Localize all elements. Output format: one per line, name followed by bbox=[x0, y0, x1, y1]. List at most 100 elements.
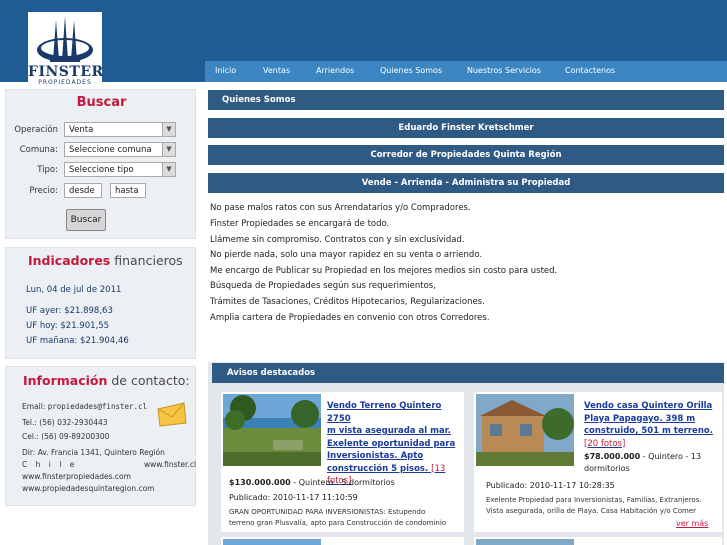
contact-title: Información de contacto: bbox=[23, 373, 190, 388]
nav-ventas[interactable]: Ventas bbox=[263, 66, 290, 75]
uf-hoy: UF hoy: $21.901,55 bbox=[26, 321, 110, 331]
comuna-select[interactable]: Seleccione comuna ▼ bbox=[64, 142, 176, 157]
listing-price-value: $130.000.000 bbox=[229, 478, 291, 487]
main-nav: Inicio Ventas Arriendos Quienes Somos Nu… bbox=[205, 61, 727, 82]
listing-card: Vendo Terreno Quintero 2750 m vista aseg… bbox=[221, 392, 464, 532]
intro-line: No pase malos ratos con sus Arrendatario… bbox=[210, 203, 471, 213]
listing-title-line: construcción 5 pisos. bbox=[327, 463, 429, 474]
listing-price-rest: dormitorios bbox=[584, 464, 630, 473]
email-label: Email: bbox=[22, 402, 46, 411]
listing-title-link[interactable]: Vendo Terreno Quintero 2750 m vista aseg… bbox=[327, 400, 459, 488]
contact-email: Email: propiedades@finster.cl bbox=[22, 402, 147, 411]
precio-hasta-input[interactable]: hasta bbox=[110, 183, 146, 198]
operacion-label: Operación bbox=[14, 125, 58, 135]
intro-line: Finster Propiedades se encargará de todo… bbox=[210, 219, 390, 229]
uf-ayer: UF ayer: $21.898,63 bbox=[26, 306, 113, 316]
logo-emblem-icon bbox=[37, 16, 93, 62]
operacion-select[interactable]: Venta ▼ bbox=[64, 122, 176, 137]
featured-title: Avisos destacados bbox=[212, 363, 724, 383]
listing-title-line: Playa Papagayo. 398 m bbox=[584, 413, 696, 424]
uf-manana: UF mañana: $21.904,46 bbox=[26, 336, 129, 346]
listing-published: Publicado: 2010-11-17 10:28:35 bbox=[486, 481, 615, 490]
owner-name-bar: Eduardo Finster Kretschmer bbox=[208, 118, 724, 138]
nav-contactenos[interactable]: Contactenos bbox=[565, 66, 615, 75]
intro-line: Llámeme sin compromiso. Contratos con y … bbox=[210, 235, 465, 245]
intro-line: Búsqueda de Propiedades según sus requer… bbox=[210, 281, 436, 291]
listing-title-line: Vendo Terreno Quintero 2750 bbox=[327, 401, 442, 424]
featured-listings: Avisos destacados Vendo Terreno Quintero… bbox=[208, 362, 724, 545]
listing-title-link[interactable]: Vendo casa Quintero Orilla Playa Papagay… bbox=[584, 400, 718, 450]
corredor-bar: Corredor de Propiedades Quinta Región bbox=[208, 145, 724, 165]
indicators-title-rest: financieros bbox=[110, 253, 183, 268]
comuna-label: Comuna: bbox=[19, 145, 58, 155]
section-quienes-somos: Quienes Somos bbox=[208, 90, 724, 110]
indicators-title: Indicadores financieros bbox=[28, 253, 183, 268]
listing-card bbox=[474, 537, 722, 545]
contact-web-1[interactable]: www.finsterpropiedades.com bbox=[22, 472, 131, 481]
listing-photo-image bbox=[223, 394, 321, 466]
listing-price: $130.000.000 - Quintero - 5 dormitorios bbox=[229, 478, 395, 487]
email-link[interactable]: propiedades@finster.cl bbox=[48, 402, 147, 411]
listing-card bbox=[221, 537, 464, 545]
search-title: Buscar bbox=[76, 95, 127, 110]
tipo-value: Seleccione tipo bbox=[69, 165, 134, 175]
contact-country: C h i l e bbox=[22, 460, 78, 469]
listing-card: Vendo casa Quintero Orilla Playa Papagay… bbox=[474, 392, 722, 532]
listing-published: Publicado: 2010-11-17 11:10:59 bbox=[229, 493, 358, 502]
contact-panel: Información de contacto: Email: propieda… bbox=[5, 366, 196, 506]
listing-photo[interactable] bbox=[223, 539, 321, 545]
intro-line: Me encargo de Publicar su Propiedad en l… bbox=[210, 266, 558, 276]
nav-quienes-somos[interactable]: Quienes Somos bbox=[380, 66, 442, 75]
contact-cel: Cel.: (56) 09-89200300 bbox=[22, 432, 110, 441]
indicators-date: Lun, 04 de jul de 2011 bbox=[26, 285, 122, 295]
ver-mas-link[interactable]: ver más bbox=[676, 519, 708, 528]
chevron-down-icon: ▼ bbox=[162, 143, 175, 156]
contact-web-finster[interactable]: www.finster.cl bbox=[144, 460, 196, 469]
logo-subtitle: PROPIEDADES bbox=[38, 79, 92, 86]
finster-logo[interactable]: FINSTER PROPIEDADES bbox=[28, 12, 104, 86]
listing-title-line: construido, 501 m terreno. bbox=[584, 426, 713, 436]
precio-desde-input[interactable]: desde bbox=[64, 183, 102, 198]
nav-nuestros-servicios[interactable]: Nuestros Servicios bbox=[467, 66, 541, 75]
chevron-down-icon: ▼ bbox=[162, 163, 175, 176]
nav-inicio[interactable]: Inicio bbox=[215, 66, 236, 75]
vende-bar: Vende - Arrienda - Administra su Propied… bbox=[208, 173, 724, 193]
listing-photo-count: [13 bbox=[431, 463, 446, 474]
contact-tel: Tel.: (56) 032-2930443 bbox=[22, 418, 108, 427]
listing-title-line: m vista asegurada al mar. bbox=[327, 426, 451, 436]
contact-address: Dir: Av. Francia 1341, Quintero Región bbox=[22, 448, 165, 457]
listing-photo-image bbox=[476, 394, 574, 466]
comuna-value: Seleccione comuna bbox=[69, 145, 152, 155]
listing-title-line: Inversionistas. Apto bbox=[327, 451, 424, 461]
search-panel: Buscar Operación Venta ▼ Comuna: Selecci… bbox=[5, 89, 196, 239]
intro-line: Amplia cartera de Propiedades en conveni… bbox=[210, 313, 490, 323]
indicators-panel: Indicadores financieros Lun, 04 de jul d… bbox=[5, 247, 196, 359]
listing-price-rest: - Quintero - 5 dormitorios bbox=[290, 478, 395, 487]
contact-web-2[interactable]: www.propiedadesquintaregion.com bbox=[22, 484, 154, 493]
listing-photo[interactable] bbox=[223, 394, 321, 466]
indicators-title-bold: Indicadores bbox=[28, 253, 111, 268]
listing-title-line: Vendo casa Quintero Orilla bbox=[584, 401, 713, 411]
tipo-select[interactable]: Seleccione tipo ▼ bbox=[64, 162, 176, 177]
nav-arriendos[interactable]: Arriendos bbox=[316, 66, 354, 75]
search-button[interactable]: Buscar bbox=[66, 209, 106, 231]
intro-line: No pierde nada, solo una mayor rapidez e… bbox=[210, 250, 483, 260]
listing-desc-line: Exelente Propiedad para Inversionistas, … bbox=[486, 496, 702, 504]
logo-name: FINSTER bbox=[28, 64, 104, 80]
listing-photo[interactable] bbox=[476, 539, 574, 545]
listing-title-line: Exelente oportunidad para bbox=[327, 438, 456, 449]
tipo-label: Tipo: bbox=[37, 165, 58, 175]
listing-price-value: $78.000.000 bbox=[584, 452, 641, 461]
page: FINSTER PROPIEDADES Inicio Ventas Arrien… bbox=[0, 0, 727, 545]
contact-title-rest: de contacto: bbox=[107, 373, 190, 388]
operacion-value: Venta bbox=[69, 125, 94, 135]
listing-price: $78.000.000 - Quintero - 13 bbox=[584, 452, 701, 461]
listing-desc-line: Vista asegurada, orilla de Playa. Casa H… bbox=[486, 507, 697, 515]
contact-title-bold: Información bbox=[23, 373, 108, 388]
chevron-down-icon: ▼ bbox=[162, 123, 175, 136]
site-header: FINSTER PROPIEDADES Inicio Ventas Arrien… bbox=[0, 0, 727, 86]
listing-desc-line: GRAN OPORTUNIDAD PARA INVERSIONISTAS: Es… bbox=[229, 508, 426, 516]
intro-line: Trámites de Tasaciones, Créditos Hipotec… bbox=[210, 297, 485, 307]
envelope-icon bbox=[157, 402, 187, 427]
listing-photo[interactable] bbox=[476, 394, 574, 466]
